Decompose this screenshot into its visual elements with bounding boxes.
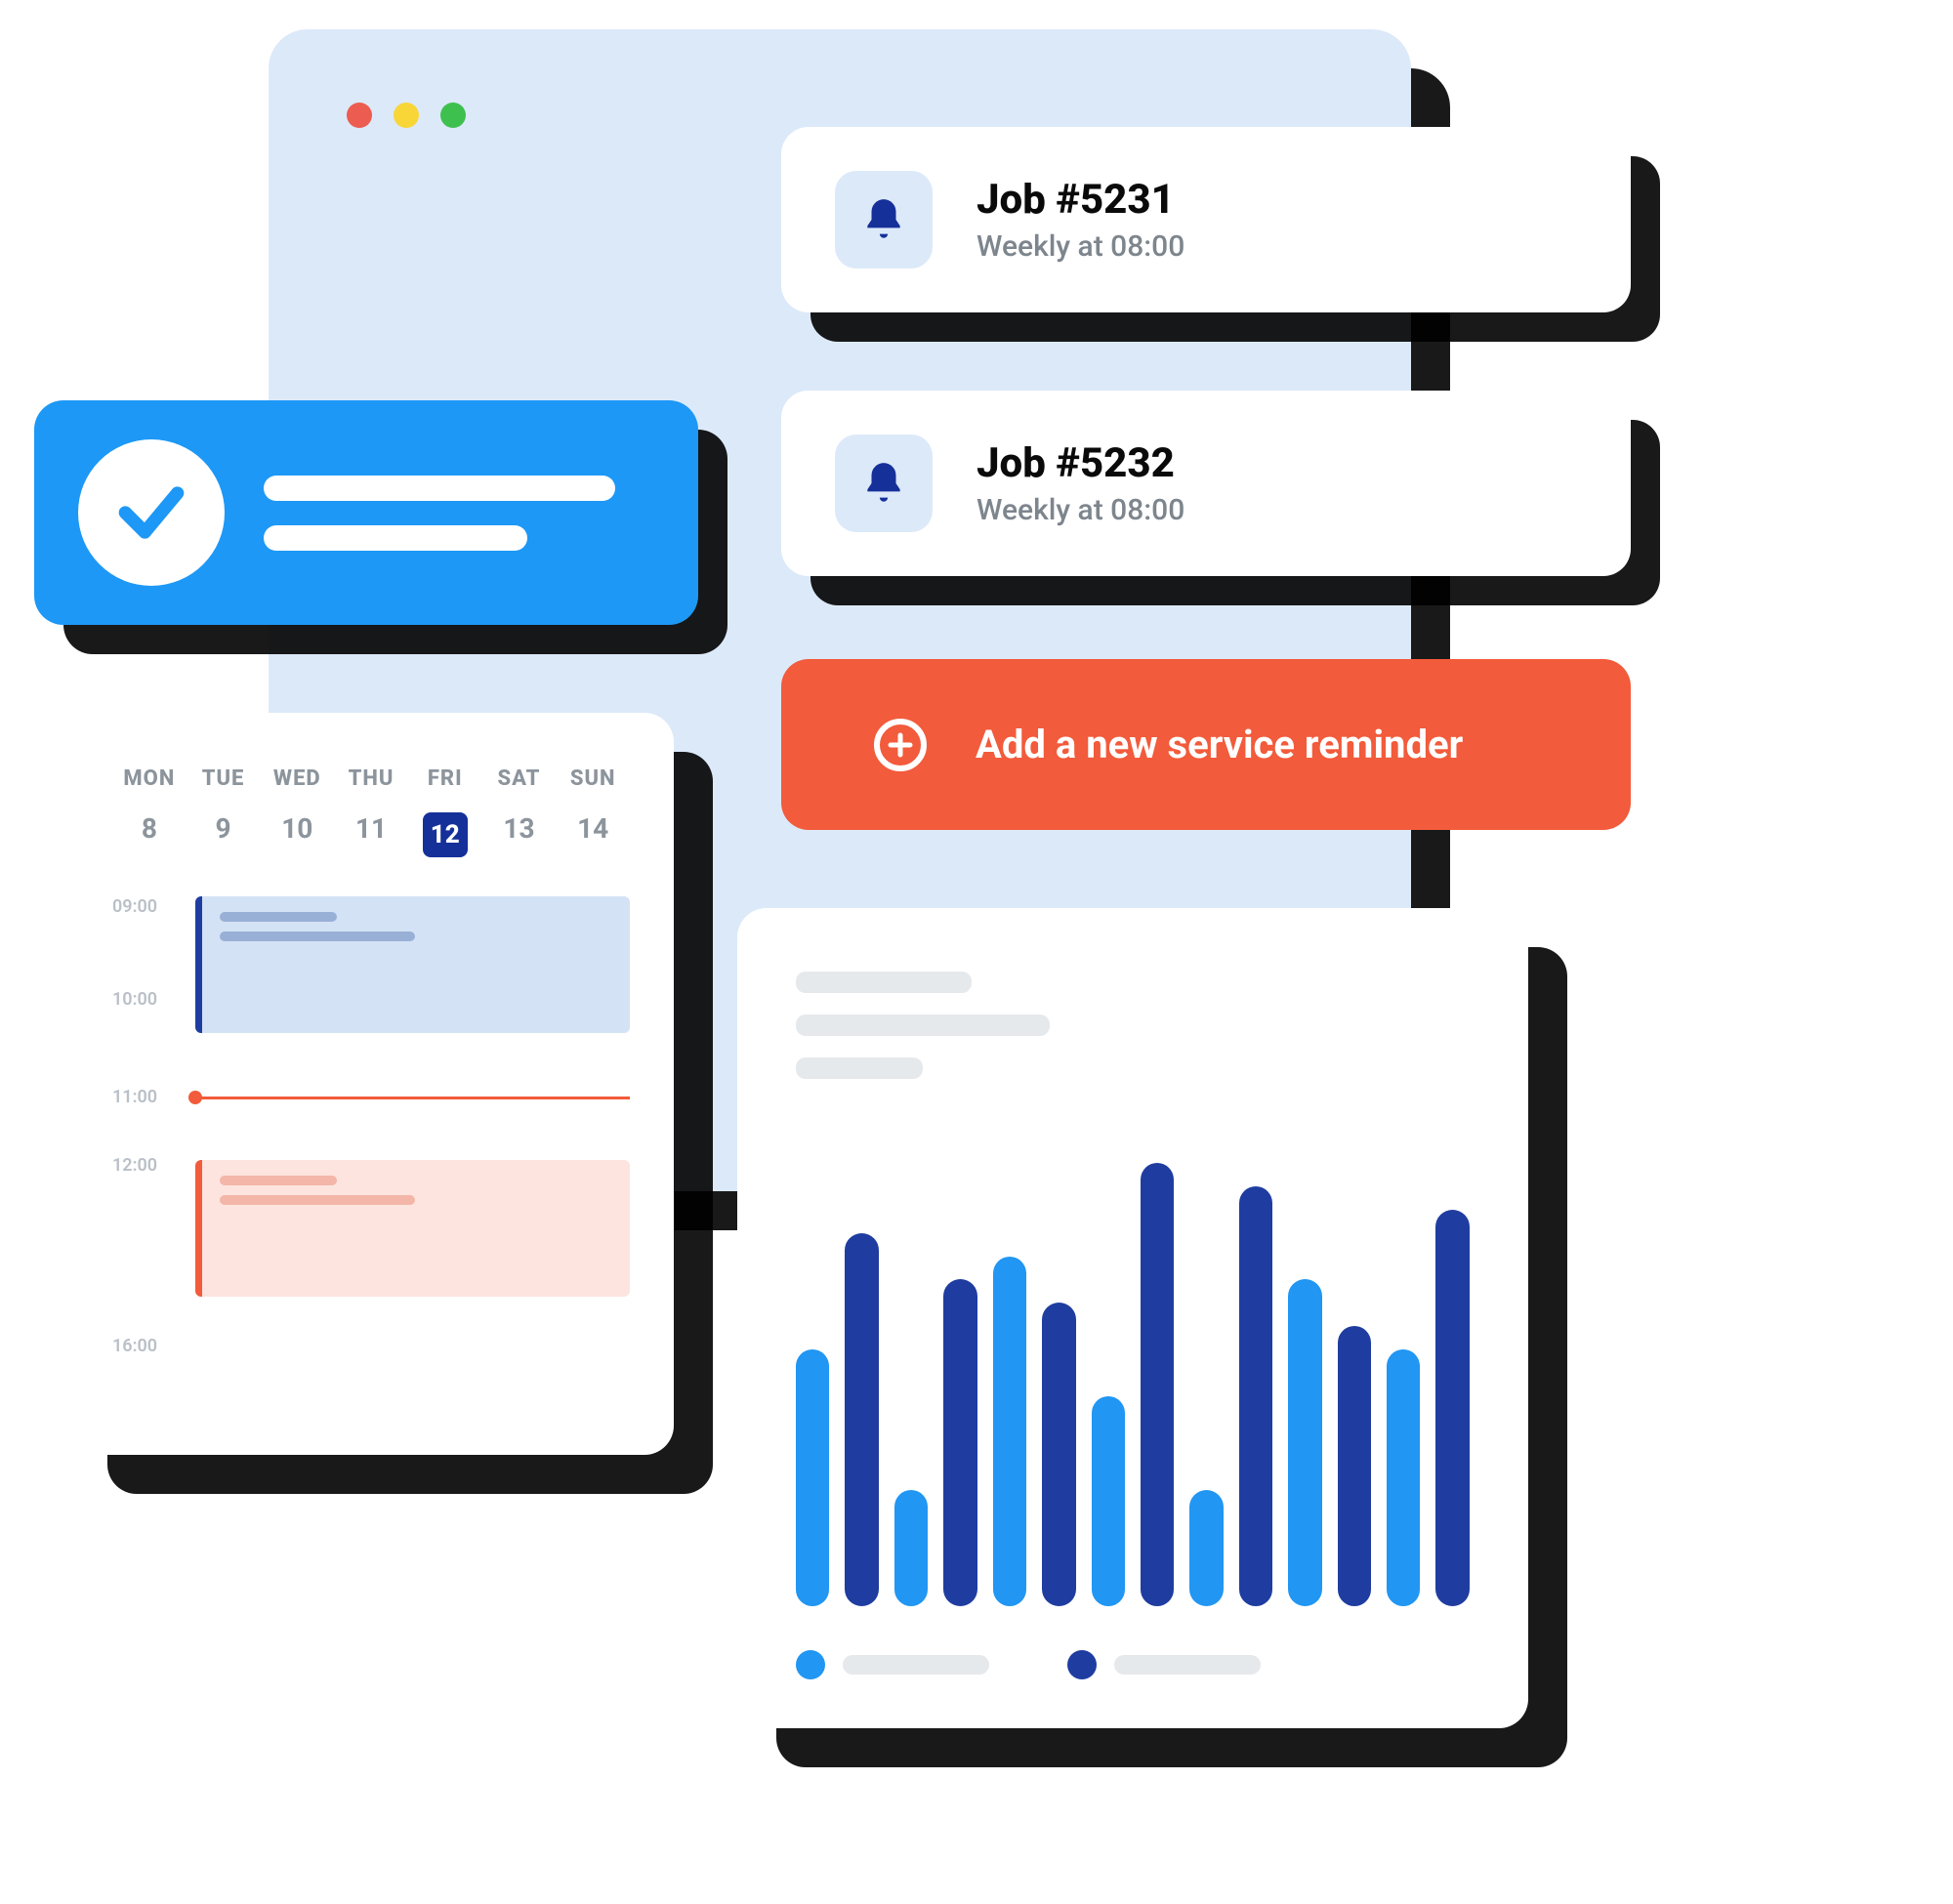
- weekday-label: MON: [112, 766, 187, 791]
- window-controls: [347, 103, 466, 128]
- date-cell[interactable]: 9: [187, 812, 261, 857]
- reminder-title: Job #5231: [976, 176, 1184, 224]
- chart-bar: [1288, 1279, 1321, 1606]
- current-time-indicator: [195, 1097, 630, 1099]
- date-cell[interactable]: 11: [334, 812, 408, 857]
- chart-bar: [1338, 1326, 1371, 1606]
- add-reminder-button[interactable]: Add a new service reminder: [781, 659, 1631, 830]
- reminder-schedule: Weekly at 08:00: [976, 493, 1184, 527]
- success-toast: [34, 400, 698, 625]
- weekday-label: TUE: [187, 766, 261, 791]
- chart-caption-placeholder: [796, 1057, 923, 1079]
- weekday-label: SUN: [556, 766, 630, 791]
- calendar-widget: MON TUE WED THU FRI SAT SUN 8 9 10 11 12…: [68, 713, 674, 1455]
- weekday-label: SAT: [482, 766, 557, 791]
- date-row: 8 9 10 11 12 13 14: [112, 812, 630, 857]
- chart-bar: [1189, 1490, 1223, 1607]
- add-reminder-label: Add a new service reminder: [976, 722, 1463, 767]
- legend-dot-icon: [796, 1650, 825, 1679]
- chart-legend: [796, 1650, 1470, 1679]
- legend-item: [796, 1650, 989, 1679]
- weekday-label: WED: [260, 766, 334, 791]
- minimize-icon[interactable]: [394, 103, 419, 128]
- date-cell[interactable]: 13: [482, 812, 557, 857]
- plus-icon: [874, 719, 927, 771]
- maximize-icon[interactable]: [440, 103, 466, 128]
- chart-bar: [1092, 1396, 1125, 1606]
- bell-icon: [835, 171, 933, 269]
- chart-bar: [796, 1349, 829, 1606]
- time-label: 11:00: [112, 1087, 157, 1107]
- time-label: 12:00: [112, 1155, 157, 1176]
- weekday-row: MON TUE WED THU FRI SAT SUN: [112, 766, 630, 791]
- reminder-card[interactable]: Job #5231 Weekly at 08:00: [781, 127, 1631, 312]
- reminder-schedule: Weekly at 08:00: [976, 229, 1184, 264]
- time-label: 09:00: [112, 896, 157, 917]
- date-cell[interactable]: 8: [112, 812, 187, 857]
- chart-bar: [1239, 1186, 1272, 1606]
- weekday-label: FRI: [408, 766, 482, 791]
- legend-label-placeholder: [1114, 1655, 1261, 1675]
- time-label: 16:00: [112, 1336, 157, 1356]
- reminder-title: Job #5232: [976, 439, 1184, 487]
- legend-label-placeholder: [843, 1655, 989, 1675]
- date-cell[interactable]: 14: [556, 812, 630, 857]
- chart-bar: [1387, 1349, 1420, 1606]
- legend-item: [1067, 1650, 1261, 1679]
- current-time-dot: [188, 1091, 202, 1104]
- bell-icon: [835, 435, 933, 532]
- reminder-card[interactable]: Job #5232 Weekly at 08:00: [781, 391, 1631, 576]
- chart-widget: [737, 908, 1528, 1728]
- bar-chart: [796, 1139, 1470, 1606]
- time-label: 10:00: [112, 989, 157, 1010]
- chart-bar: [1435, 1210, 1469, 1606]
- chart-title-placeholder: [796, 972, 972, 993]
- chart-bar: [1042, 1303, 1075, 1606]
- chart-bar: [894, 1490, 928, 1607]
- day-schedule: 09:00 10:00 11:00 12:00 16:00: [112, 896, 630, 1385]
- date-cell[interactable]: 10: [260, 812, 334, 857]
- toast-text-placeholder: [264, 476, 615, 551]
- legend-dot-icon: [1067, 1650, 1097, 1679]
- chart-bar: [943, 1279, 976, 1606]
- weekday-label: THU: [334, 766, 408, 791]
- chart-bar: [1141, 1163, 1174, 1606]
- chart-bar: [993, 1257, 1026, 1607]
- chart-subtitle-placeholder: [796, 1014, 1050, 1036]
- calendar-event[interactable]: [195, 1160, 630, 1297]
- chart-bar: [845, 1233, 878, 1606]
- date-cell-active[interactable]: 12: [408, 812, 482, 857]
- calendar-event[interactable]: [195, 896, 630, 1033]
- close-icon[interactable]: [347, 103, 372, 128]
- check-icon: [78, 439, 225, 586]
